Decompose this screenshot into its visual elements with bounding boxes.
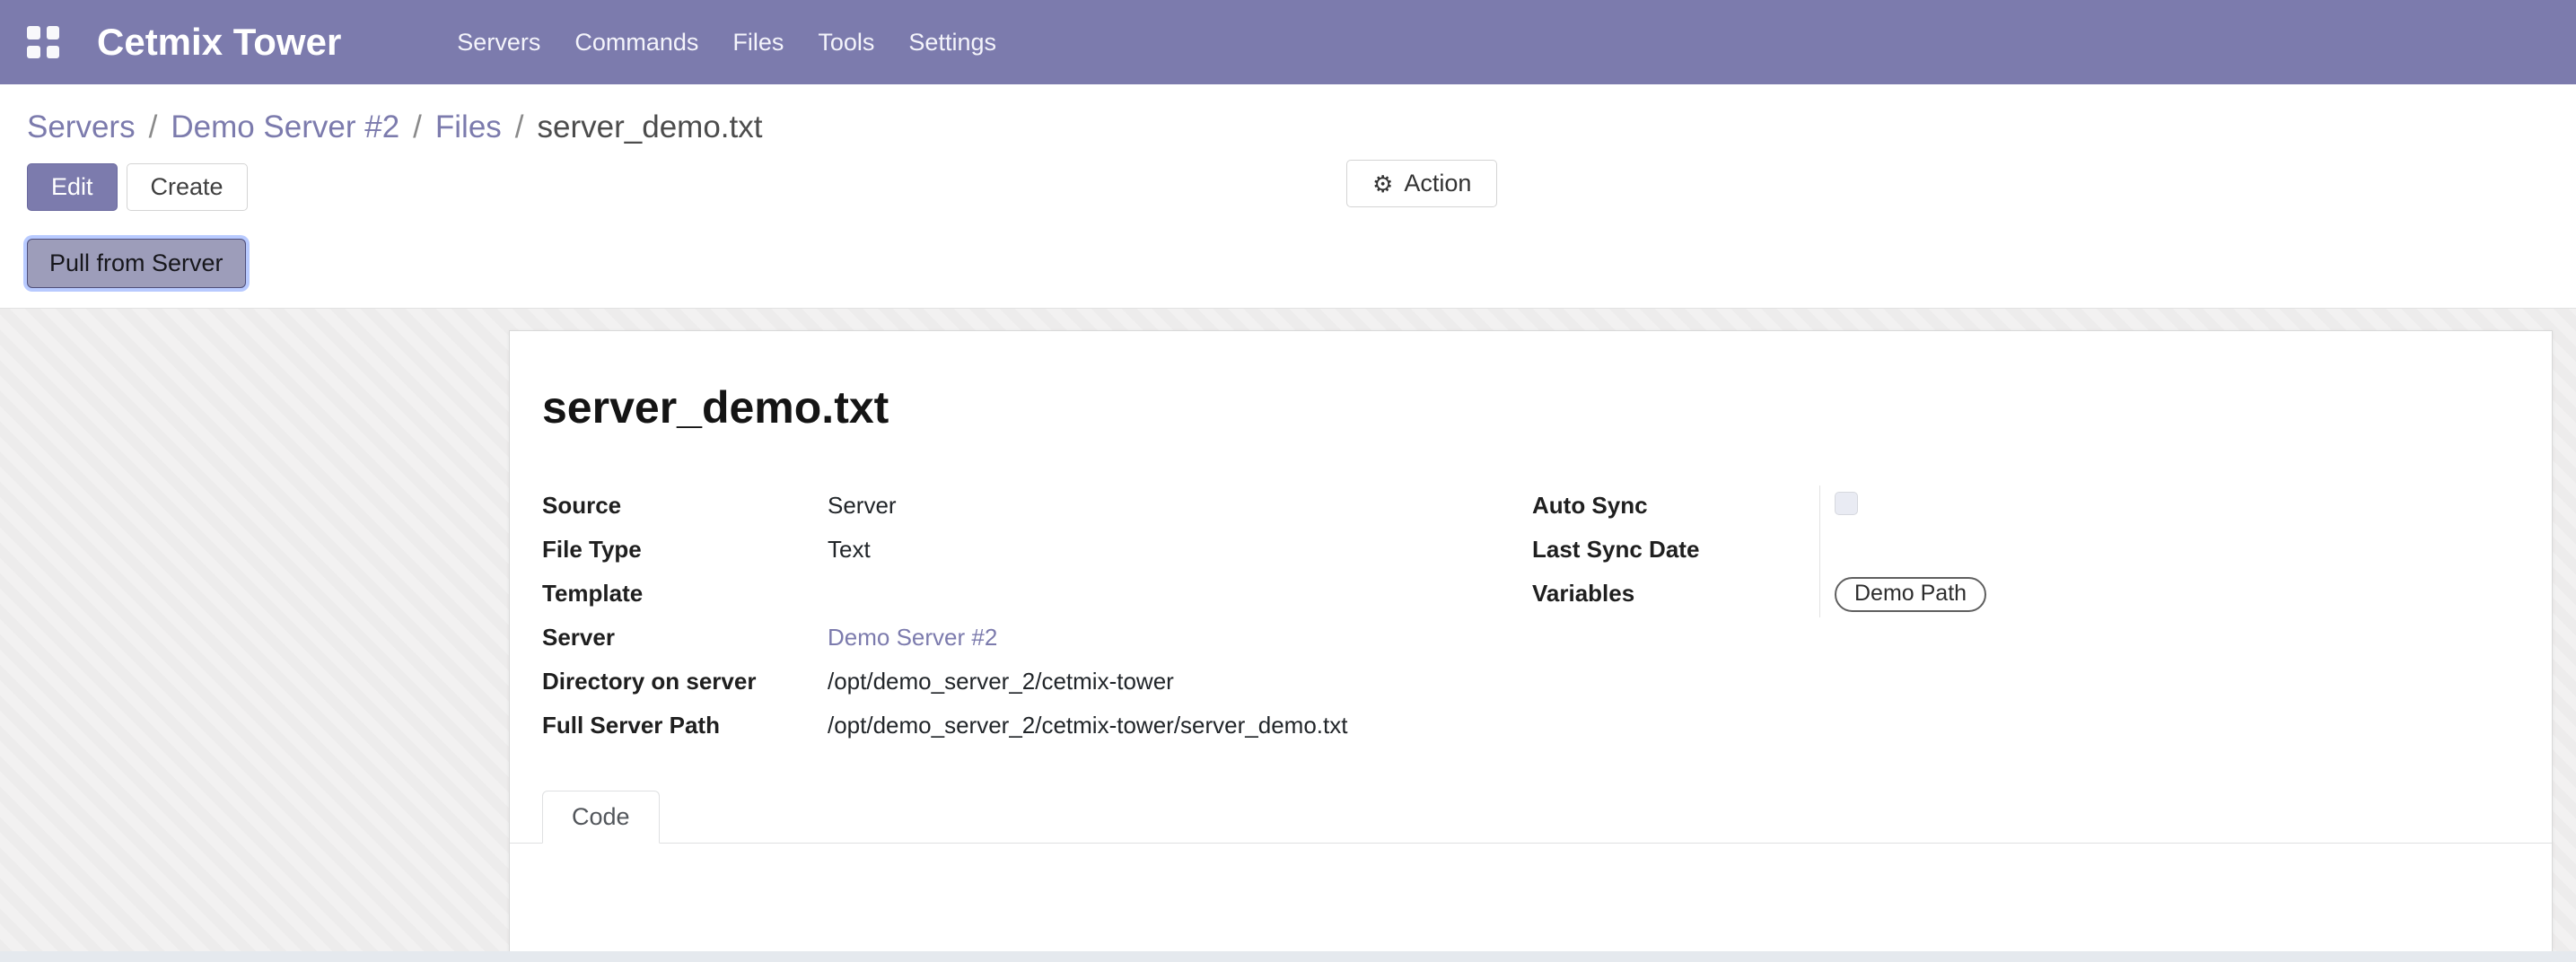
field-label-template: Template: [542, 573, 828, 608]
field-row-variables: Variables: [1532, 573, 1819, 617]
field-row-directory: Directory on server /opt/demo_server_2/c…: [542, 661, 1532, 705]
breadcrumb-separator: /: [413, 109, 422, 145]
edit-button[interactable]: Edit: [27, 163, 118, 211]
field-value-row-variables: Demo Path: [1835, 573, 2519, 617]
breadcrumb: Servers / Demo Server #2 / Files / serve…: [0, 84, 2576, 153]
field-value-server-link[interactable]: Demo Server #2: [828, 617, 997, 657]
menu-item-settings[interactable]: Settings: [891, 18, 1013, 67]
breadcrumb-current: server_demo.txt: [538, 109, 763, 145]
field-group-left: Source Server File Type Text Template Se…: [542, 485, 1532, 749]
field-label-file-type: File Type: [542, 529, 828, 564]
bottom-editor-strip: [0, 951, 2576, 962]
field-value-row-last-sync: [1835, 529, 2519, 573]
control-panel-buttons: Edit Create ⚙ Action: [0, 153, 2576, 215]
tab-code[interactable]: Code: [542, 791, 660, 844]
form-sheet: server_demo.txt Source Server File Type …: [509, 330, 2553, 961]
main-menu: Servers Commands Files Tools Settings: [440, 18, 1013, 67]
apps-grid-icon[interactable]: [27, 26, 59, 58]
apps-grid-square: [27, 26, 40, 39]
app-brand-title[interactable]: Cetmix Tower: [97, 21, 341, 64]
breadcrumb-link-servers[interactable]: Servers: [27, 109, 136, 145]
field-row-auto-sync: Auto Sync: [1532, 485, 1819, 529]
action-button[interactable]: ⚙ Action: [1346, 160, 1497, 207]
menu-item-commands[interactable]: Commands: [557, 18, 715, 67]
field-label-auto-sync: Auto Sync: [1532, 485, 1818, 520]
auto-sync-checkbox[interactable]: [1835, 492, 1858, 515]
field-value-full-path: /opt/demo_server_2/cetmix-tower/server_d…: [828, 705, 1347, 745]
field-groups: Source Server File Type Text Template Se…: [542, 485, 2519, 749]
field-row-file-type: File Type Text: [542, 529, 1532, 573]
breadcrumb-link-demo-server[interactable]: Demo Server #2: [171, 109, 399, 145]
apps-grid-square: [47, 46, 60, 59]
field-row-last-sync: Last Sync Date: [1532, 529, 1819, 573]
record-title: server_demo.txt: [542, 381, 2552, 433]
field-row-server: Server Demo Server #2: [542, 617, 1532, 661]
field-row-full-path: Full Server Path /opt/demo_server_2/cetm…: [542, 705, 1532, 749]
action-button-label: Action: [1404, 170, 1471, 197]
field-label-directory: Directory on server: [542, 661, 828, 695]
field-value-row-auto-sync: [1835, 485, 2519, 529]
field-row-source: Source Server: [542, 485, 1532, 529]
create-button[interactable]: Create: [127, 163, 248, 211]
pull-from-server-button[interactable]: Pull from Server: [27, 239, 246, 288]
menu-item-tools[interactable]: Tools: [801, 18, 891, 67]
form-view-background: server_demo.txt Source Server File Type …: [0, 308, 2576, 962]
notebook-tab-bar: Code: [510, 791, 2552, 844]
top-navbar: Cetmix Tower Servers Commands Files Tool…: [0, 0, 2576, 84]
menu-item-files[interactable]: Files: [715, 18, 801, 67]
control-panel: Servers / Demo Server #2 / Files / serve…: [0, 84, 2576, 308]
field-label-source: Source: [542, 485, 828, 520]
field-label-variables: Variables: [1532, 573, 1818, 608]
field-label-server: Server: [542, 617, 828, 652]
apps-grid-square: [27, 46, 40, 59]
field-value-directory: /opt/demo_server_2/cetmix-tower: [828, 661, 1174, 701]
variable-tag-demo-path[interactable]: Demo Path: [1835, 577, 1986, 612]
field-row-template: Template: [542, 573, 1532, 617]
gear-icon: ⚙: [1372, 172, 1393, 196]
field-value-file-type: Text: [828, 529, 871, 569]
breadcrumb-link-files[interactable]: Files: [435, 109, 502, 145]
field-label-full-path: Full Server Path: [542, 705, 828, 739]
field-value-source: Server: [828, 485, 897, 525]
apps-grid-square: [47, 26, 60, 39]
field-group-right: Auto Sync Last Sync Date Variables: [1532, 485, 2519, 749]
breadcrumb-separator: /: [515, 109, 524, 145]
breadcrumb-separator: /: [149, 109, 158, 145]
field-label-last-sync: Last Sync Date: [1532, 529, 1818, 564]
form-action-buttons-row: Pull from Server: [0, 215, 2576, 308]
menu-item-servers[interactable]: Servers: [440, 18, 557, 67]
